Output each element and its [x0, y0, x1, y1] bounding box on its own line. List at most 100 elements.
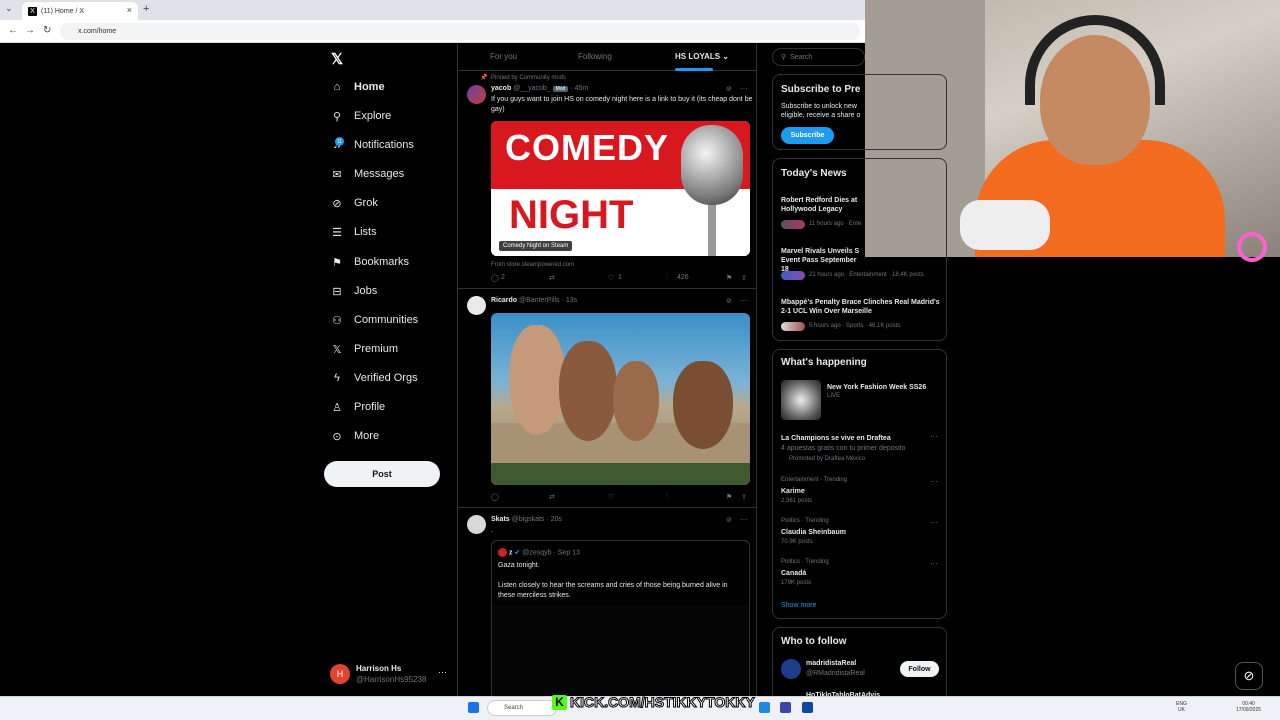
trend-more-icon-2[interactable]: ··· — [930, 518, 938, 527]
subscribe-card: Subscribe to Pre Subscribe to unlock new… — [772, 74, 947, 150]
fashion-week-thumbnail[interactable] — [781, 380, 821, 420]
more-icon[interactable]: ··· — [740, 515, 748, 524]
post-button[interactable]: Post — [324, 461, 440, 487]
avatar: H — [330, 664, 350, 684]
tweet-3[interactable]: Skats @bigskats · 20s ⊘ ··· . z ✔ @zesqy… — [458, 508, 756, 696]
tweet-1[interactable]: 📌 Pinned by Community mods yacob @__yaco… — [458, 71, 756, 289]
author-handle[interactable]: @BanterPills — [519, 297, 560, 304]
news-headline-3[interactable]: Mbappé's Penalty Brace Clinches Real Mad… — [781, 298, 941, 316]
tab-hs-loyals[interactable]: HS LOYALS ⌄ — [675, 52, 729, 61]
avatar[interactable] — [467, 296, 486, 315]
follow-avatar-1[interactable] — [781, 659, 801, 679]
featured-title[interactable]: New York Fashion Week SS26 — [827, 383, 942, 392]
bookmark-icon[interactable]: ⚑ — [726, 493, 732, 501]
tweet-time[interactable]: · 45m — [570, 85, 588, 92]
tab-list-icon[interactable]: ⌄ — [5, 3, 13, 14]
subscribe-button[interactable]: Subscribe — [781, 127, 834, 144]
quote-author-handle: @zesqyb — [522, 549, 552, 557]
x-logo-icon[interactable]: 𝕏 — [331, 50, 343, 68]
trend-name-3[interactable]: Canadá — [781, 569, 941, 578]
tweet-image[interactable] — [491, 313, 750, 485]
tweet-header: Skats @bigskats · 20s — [491, 516, 562, 523]
taskbar-app-icon-2[interactable] — [780, 702, 791, 713]
repost-icon[interactable]: ⇄ — [549, 493, 555, 501]
trend-name-2[interactable]: Claudia Sheinbaum — [781, 528, 941, 537]
bookmark-icon[interactable]: ⚑ — [726, 274, 732, 282]
author-handle[interactable]: @__yacob_ — [513, 85, 550, 92]
trend-name-1[interactable]: Karime — [781, 487, 941, 496]
grok-icon[interactable]: ⊘ — [726, 297, 732, 305]
grok-float-button[interactable]: ⊘ — [1235, 662, 1263, 690]
more-icon[interactable]: ··· — [740, 84, 748, 93]
taskbar-app-icon-1[interactable] — [759, 702, 770, 713]
like-icon[interactable]: ♡ — [608, 274, 614, 282]
new-tab-button[interactable]: + — [143, 3, 149, 15]
tweet-time[interactable]: · 13s — [562, 297, 578, 304]
share-icon[interactable]: ⇪ — [741, 274, 747, 282]
browser-tab[interactable]: X (11) Home / X × — [22, 2, 138, 20]
promo-title[interactable]: La Champions se vive en Draftea — [781, 434, 941, 443]
nav-item-communities[interactable]: ⚇ Communities — [330, 309, 418, 331]
views-icon[interactable]: ⫶ — [666, 274, 668, 282]
reply-icon[interactable]: ◯ — [491, 274, 499, 282]
promo-more-icon[interactable]: ··· — [930, 432, 938, 441]
nav-item-verified-orgs[interactable]: ϟ Verified Orgs — [330, 367, 418, 389]
card-source[interactable]: From store.steampowered.com — [491, 260, 753, 270]
news-meta-1: 11 hours ago · Ente — [809, 221, 862, 227]
nav-item-home[interactable]: ⌂ Home — [330, 76, 385, 98]
close-tab-icon[interactable]: × — [127, 5, 132, 15]
account-switcher[interactable]: H Harrison Hs @HarrisonHs95238 ··· — [330, 662, 450, 688]
taskbar-search[interactable]: Search — [487, 700, 557, 716]
quote-video[interactable] — [492, 605, 749, 696]
nav-item-bookmarks[interactable]: ⚑ Bookmarks — [330, 251, 409, 273]
author-name[interactable]: yacob — [491, 85, 511, 92]
share-icon[interactable]: ⇪ — [741, 493, 747, 501]
nav-item-lists[interactable]: ☰ Lists — [330, 221, 377, 243]
nav-item-explore[interactable]: ⚲ Explore — [330, 105, 391, 127]
trend-more-icon-3[interactable]: ··· — [930, 559, 938, 568]
reload-icon[interactable]: ↻ — [43, 25, 51, 36]
quoted-tweet[interactable]: z ✔ @zesqyb · Sep 13 Gaza tonight. Liste… — [491, 540, 750, 696]
news-headline-2[interactable]: Marvel Rivals Unveils S Event Pass Septe… — [781, 247, 866, 274]
nav-item-grok[interactable]: ⊘ Grok — [330, 192, 377, 214]
author-handle[interactable]: @bigskats — [512, 516, 545, 523]
avatar[interactable] — [467, 85, 486, 104]
tab-for-you[interactable]: For you — [490, 52, 517, 61]
show-more-link[interactable]: Show more — [781, 602, 816, 609]
back-icon[interactable]: ← — [8, 25, 18, 36]
search-input[interactable]: ⚲ Search — [772, 48, 865, 66]
avatar[interactable] — [467, 515, 486, 534]
taskbar-app-icon-3[interactable] — [802, 702, 813, 713]
grok-icon[interactable]: ⊘ — [726, 85, 732, 93]
nav-item-jobs[interactable]: ⊟ Jobs — [330, 280, 377, 302]
nav-item-messages[interactable]: ✉ Messages — [330, 163, 404, 185]
news-avatars-1 — [781, 220, 805, 229]
clock[interactable]: 00:40 17/09/2025 — [1236, 701, 1261, 713]
forward-icon[interactable]: → — [25, 25, 35, 36]
like-icon[interactable]: ♡ — [608, 493, 614, 501]
grok-icon[interactable]: ⊘ — [726, 516, 732, 524]
repost-icon[interactable]: ⇄ — [549, 274, 555, 282]
follow-name-1[interactable]: madridistaReal — [806, 659, 896, 668]
nav-item-profile[interactable]: ♙ Profile — [330, 396, 385, 418]
face-3 — [613, 361, 659, 441]
url-field[interactable]: x.com/home — [60, 23, 860, 40]
tweet-2[interactable]: Ricardo @BanterPills · 13s ⊘ ··· ◯ ⇄ ♡ ⫶… — [458, 289, 756, 508]
views-icon[interactable]: ⫶ — [666, 493, 668, 501]
more-icon[interactable]: ··· — [740, 296, 748, 305]
nav-item-more[interactable]: ⊙ More — [330, 425, 379, 447]
account-more-icon[interactable]: ··· — [438, 667, 447, 677]
trend-more-icon-1[interactable]: ··· — [930, 477, 938, 486]
author-name[interactable]: Ricardo — [491, 297, 517, 304]
reply-icon[interactable]: ◯ — [491, 493, 499, 501]
nav-item-premium[interactable]: 𝕏 Premium — [330, 338, 398, 360]
news-headline-1[interactable]: Robert Redford Dies at Hollywood Legacy — [781, 196, 866, 214]
windows-start-icon[interactable] — [468, 702, 479, 713]
link-card-image[interactable]: COMEDY NIGHT Comedy Night on Steam — [491, 121, 750, 256]
follow-button-1[interactable]: Follow — [900, 661, 939, 677]
author-name[interactable]: Skats — [491, 516, 510, 523]
tab-following[interactable]: Following — [578, 52, 612, 61]
tweet-time[interactable]: · 20s — [546, 516, 562, 523]
language-indicator[interactable]: ENG UK — [1176, 701, 1187, 713]
tweet-text: . — [491, 527, 493, 534]
